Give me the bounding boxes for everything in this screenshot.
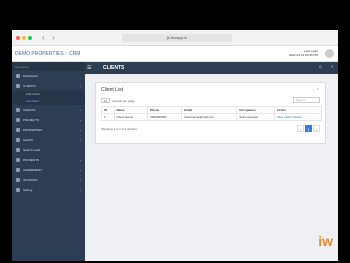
chevron-down-icon: ⌄: [78, 167, 82, 172]
sidebar-item-label: PROJECTS: [23, 118, 40, 122]
app-frame: ‹ › jk.thoapp.in DEMO PROPERTIES :: CRM …: [12, 30, 338, 261]
sidebar-item-clients[interactable]: CLIENTS ⌄: [12, 81, 85, 91]
sidebar-item-label: Setting: [23, 188, 33, 192]
chevron-down-icon: ⌄: [78, 187, 82, 192]
zoom-window-icon[interactable]: [28, 36, 32, 40]
address-bar[interactable]: jk.thoapp.in: [122, 34, 232, 42]
table-header-row: ID Name Phone Email Occupation Action: [101, 106, 323, 114]
cell-id: 1: [101, 113, 115, 121]
minimize-window-icon[interactable]: [22, 36, 26, 40]
column-header-phone[interactable]: Phone: [147, 106, 183, 114]
search-icon: [16, 148, 20, 152]
chevron-down-icon: ⌄: [78, 83, 82, 88]
chevron-down-icon: ⌄: [78, 157, 82, 162]
projects-icon: [16, 118, 20, 122]
column-header-name[interactable]: Name: [113, 106, 149, 114]
forward-icon[interactable]: ›: [52, 33, 55, 42]
clients-table: ID Name Phone Email Occupation Action 1 …: [101, 106, 323, 121]
sidebar-item-search-lead[interactable]: Search Lead: [12, 145, 85, 155]
column-header-id[interactable]: ID: [101, 106, 115, 114]
main-content: Client List –× 10 records per page Search…: [85, 74, 338, 261]
sidebar-item-dashboard[interactable]: Dashboard: [12, 71, 85, 81]
dashboard-icon: [16, 74, 20, 78]
payments-icon: [16, 158, 20, 162]
agents-icon: [16, 108, 20, 112]
leads-icon: [16, 138, 20, 142]
sidebar-item-label: CLIENTS: [23, 84, 36, 88]
cell-occupation: Self employee: [236, 113, 275, 121]
row-actions[interactable]: View | Edit | Delete: [273, 113, 323, 121]
sidebar: Navigation Dashboard CLIENTS ⌄ Add Client…: [12, 62, 85, 261]
sidebar-item-setting[interactable]: Setting ⌄: [12, 185, 85, 195]
last-login-time: 2021-04-18 02:05 PM: [288, 53, 318, 57]
brand-title[interactable]: DEMO PROPERTIES :: CRM: [15, 51, 80, 57]
page-size-label: records per page: [112, 99, 135, 103]
sidebar-item-properties[interactable]: PROPERTIES ⌄: [12, 125, 85, 135]
sidebar-item-label: LEADS: [23, 138, 33, 142]
properties-icon: [16, 128, 20, 132]
sidebar-subitem-list-client[interactable]: List Client: [12, 98, 85, 105]
column-header-occupation[interactable]: Occupation: [236, 106, 275, 114]
gear-icon: [16, 188, 20, 192]
pager-next[interactable]: ›: [313, 125, 320, 132]
pager-page-1[interactable]: 1: [305, 125, 312, 132]
content-topbar: ☰ CLIENTS ⌂ ›: [85, 62, 338, 74]
chevron-right-icon[interactable]: ›: [331, 64, 333, 70]
column-header-action[interactable]: Action: [273, 106, 323, 114]
chevron-down-icon: ⌄: [78, 107, 82, 112]
sidebar-item-label: AGENTS: [23, 108, 36, 112]
sidebar-item-projects[interactable]: PROJECTS ⌄: [12, 115, 85, 125]
avatar[interactable]: [325, 49, 334, 58]
card-title: Client List: [101, 87, 123, 93]
page-title: CLIENTS: [103, 65, 125, 71]
cell-name: Client Name: [113, 113, 149, 121]
sidebar-item-agreement[interactable]: AGREEMENT ⌄: [12, 165, 85, 175]
sidebar-item-leads[interactable]: LEADS ⌄: [12, 135, 85, 145]
close-window-icon[interactable]: [16, 36, 20, 40]
watermark-logo: iw: [318, 233, 333, 249]
user-info: Last Login 2021-04-18 02:05 PM: [289, 49, 318, 57]
invoices-icon: [16, 178, 20, 182]
sidebar-header: Navigation: [12, 62, 85, 71]
browser-toolbar: ‹ › jk.thoapp.in: [12, 30, 338, 46]
close-icon[interactable]: ×: [317, 86, 321, 91]
page-size-row: 10 records per page: [101, 98, 135, 103]
back-icon[interactable]: ‹: [42, 33, 45, 42]
sidebar-item-label: INVOICES: [23, 178, 38, 182]
agreement-icon: [16, 168, 20, 172]
pagination: ‹ 1 ›: [296, 125, 320, 132]
chevron-down-icon: ⌄: [78, 177, 82, 182]
pager-prev[interactable]: ‹: [297, 125, 304, 132]
sidebar-item-label: Dashboard: [23, 74, 38, 78]
search-input[interactable]: Search: [293, 97, 320, 103]
home-icon[interactable]: ⌂: [319, 64, 322, 70]
clients-icon: [16, 84, 20, 88]
table-row: 1 Client Name 0000000000 Clientname@mail…: [101, 113, 323, 121]
client-list-card: Client List –× 10 records per page Search…: [95, 82, 326, 144]
sidebar-item-label: AGREEMENT: [23, 168, 43, 172]
sidebar-item-payments[interactable]: PAYMENTS ⌄: [12, 155, 85, 165]
sidebar-item-invoices[interactable]: INVOICES ⌄: [12, 175, 85, 185]
sidebar-item-label: PAYMENTS: [23, 158, 40, 162]
cell-email: Clientname@mail.com: [181, 113, 238, 121]
chevron-down-icon: ⌄: [78, 137, 82, 142]
page-size-select[interactable]: 10: [101, 98, 110, 103]
chevron-down-icon: ⌄: [78, 117, 82, 122]
app-header: DEMO PROPERTIES :: CRM Last Login 2021-0…: [12, 46, 338, 62]
column-header-email[interactable]: Email: [181, 106, 238, 114]
table-info: Showing 1 to 1 of 1 Entries: [101, 127, 137, 131]
chevron-down-icon: ⌄: [78, 127, 82, 132]
sidebar-subitem-add-client[interactable]: Add Client: [12, 91, 85, 98]
sidebar-item-agents[interactable]: AGENTS ⌄: [12, 105, 85, 115]
sidebar-item-label: PROPERTIES: [23, 128, 43, 132]
sidebar-item-label: Search Lead: [23, 148, 41, 152]
card-tools: –×: [312, 86, 321, 91]
cell-phone: 0000000000: [147, 113, 183, 121]
menu-toggle-icon[interactable]: ☰: [87, 65, 91, 71]
